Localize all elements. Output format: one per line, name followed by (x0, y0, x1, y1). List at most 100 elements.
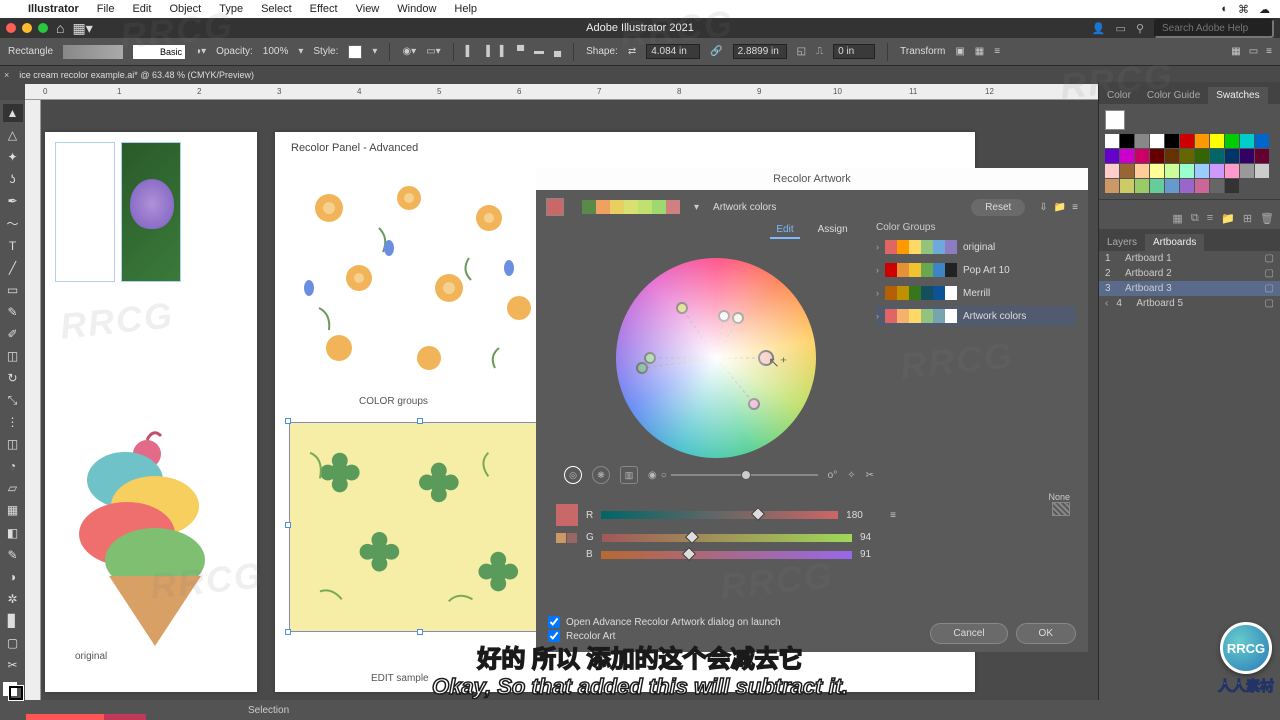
g-value[interactable]: 94 (860, 532, 896, 543)
color-group-row[interactable]: ›original (876, 237, 1076, 257)
tab-color-guide[interactable]: Color Guide (1139, 87, 1208, 104)
menu-select[interactable]: Select (261, 3, 292, 15)
trash-icon[interactable]: 🗑 (1260, 212, 1274, 225)
swatch-cell[interactable] (1240, 149, 1254, 163)
fill-swatch[interactable] (63, 45, 123, 59)
snap-icon[interactable]: ▭ (1249, 46, 1258, 57)
tab-artboards[interactable]: Artboards (1145, 234, 1204, 251)
swatch-cell[interactable] (1150, 149, 1164, 163)
edit-sample-pattern[interactable] (289, 422, 553, 632)
perspective-tool-icon[interactable]: ▱ (3, 479, 23, 497)
color-group-row[interactable]: ›Artwork colors (876, 306, 1076, 326)
swopt-icon[interactable]: ≡ (1207, 212, 1213, 225)
menu-file[interactable]: File (97, 3, 115, 15)
swatch-cell[interactable] (1180, 149, 1194, 163)
type-tool-icon[interactable]: T (3, 236, 23, 254)
active-color-swatch[interactable] (546, 198, 564, 216)
more-icon[interactable]: ≡ (994, 46, 1000, 57)
swatches-panel[interactable] (1099, 104, 1280, 200)
magic-wand-tool-icon[interactable]: ✦ (3, 148, 23, 166)
swatch-cell[interactable] (1210, 164, 1224, 178)
menu-help[interactable]: Help (454, 3, 477, 15)
swatch-cell[interactable] (1225, 179, 1239, 193)
swatch-cell[interactable] (1135, 134, 1149, 148)
swatch-cell[interactable] (1210, 179, 1224, 193)
r-slider[interactable] (601, 511, 838, 519)
align-top-icon[interactable]: ▀ (517, 46, 524, 57)
swatch-cell[interactable] (1120, 179, 1134, 193)
swatch-cell[interactable] (1135, 149, 1149, 163)
menu-type[interactable]: Type (219, 3, 243, 15)
tab-layers[interactable]: Layers (1099, 234, 1145, 251)
corner-radius-input[interactable] (833, 44, 875, 59)
swatch-cell[interactable] (1255, 134, 1269, 148)
line-tool-icon[interactable]: ╱ (3, 259, 23, 277)
swatch-cell[interactable] (1165, 134, 1179, 148)
shaper-tool-icon[interactable]: ✐ (3, 325, 23, 343)
reset-button[interactable]: Reset (971, 199, 1025, 216)
b-slider[interactable] (601, 551, 852, 559)
swatch-cell[interactable] (1225, 149, 1239, 163)
mesh-tool-icon[interactable]: ▦ (3, 501, 23, 519)
swatch-cell[interactable] (1105, 149, 1119, 163)
swatch-cell[interactable] (1195, 179, 1209, 193)
swatch-cell[interactable] (1195, 134, 1209, 148)
corner-icon[interactable]: ◱ (797, 46, 806, 57)
swatch-cell[interactable] (1210, 134, 1224, 148)
menu-view[interactable]: View (356, 3, 380, 15)
align-vcenter-icon[interactable]: ▬ (534, 46, 544, 57)
artboard-row[interactable]: 2Artboard 2▢ (1099, 266, 1280, 281)
dialog-menu-icon[interactable]: ≡ (1072, 202, 1078, 213)
corner-caret-icon[interactable]: ⎍ (816, 46, 823, 57)
menu-object[interactable]: Object (169, 3, 201, 15)
align-hcenter-icon[interactable]: ▐ (483, 46, 490, 57)
swatch-cell[interactable] (1195, 149, 1209, 163)
wheel-marker[interactable] (636, 362, 648, 374)
opacity-value[interactable]: 100% (263, 46, 289, 57)
rgb-menu-icon[interactable]: ≡ (890, 510, 896, 521)
tab-close-icon[interactable]: × (4, 70, 9, 80)
direct-select-tool-icon[interactable]: △ (3, 126, 23, 144)
none-swatch-icon[interactable] (1052, 502, 1070, 516)
swatch-cell[interactable] (1180, 179, 1194, 193)
wheel-marker[interactable] (676, 302, 688, 314)
app-name[interactable]: Illustrator (28, 3, 79, 15)
rgb-swatch[interactable] (556, 504, 578, 526)
save-group-icon[interactable]: ⇩ (1039, 202, 1047, 213)
shape-builder-icon[interactable]: ◔ (3, 457, 23, 475)
swatch-cell[interactable] (1120, 164, 1134, 178)
link-harmony-icon[interactable]: o° (828, 470, 838, 481)
swatch-cell[interactable] (1165, 164, 1179, 178)
selection-handle[interactable] (417, 418, 423, 424)
swatch-cell[interactable] (1120, 149, 1134, 163)
ok-button[interactable]: OK (1016, 623, 1076, 644)
swatch-cell[interactable] (1240, 134, 1254, 148)
selection-handle[interactable] (285, 418, 291, 424)
brightness-slider[interactable] (671, 474, 818, 476)
link-icon[interactable]: 🔗 (710, 46, 722, 57)
artboard-row[interactable]: 1Artboard 1▢ (1099, 251, 1280, 266)
menu-effect[interactable]: Effect (310, 3, 338, 15)
swatch-cell[interactable] (1135, 179, 1149, 193)
scale-tool-icon[interactable]: ⤡ (3, 391, 23, 409)
user-icon[interactable]: 👤 (1092, 22, 1106, 35)
color-group-row[interactable]: ›Merrill (876, 283, 1076, 303)
arrange-icon[interactable]: ▭ (1116, 22, 1126, 35)
gradient-tool-icon[interactable]: ◧ (3, 523, 23, 541)
symbol-tool-icon[interactable]: ✲ (3, 590, 23, 608)
search-icon[interactable]: ⚲ (1136, 22, 1144, 35)
newgrp-icon[interactable]: 📁 (1221, 212, 1235, 225)
swatch-cell[interactable] (1135, 164, 1149, 178)
swatch-cell[interactable] (1165, 179, 1179, 193)
swatch-cell[interactable] (1225, 164, 1239, 178)
swatch-cell[interactable] (1180, 164, 1194, 178)
current-swatch-icon[interactable] (1105, 110, 1125, 130)
style-swatch[interactable] (348, 45, 362, 59)
align-right-icon[interactable]: ▌ (500, 46, 507, 57)
segmented-wheel-icon[interactable]: ❋ (592, 466, 610, 484)
eraser-tool-icon[interactable]: ◫ (3, 347, 23, 365)
isolate-icon[interactable]: ▣ (955, 46, 964, 57)
fill-stroke-indicator[interactable] (3, 682, 23, 700)
minimize-icon[interactable] (22, 23, 32, 33)
artwork-palette[interactable] (582, 200, 680, 214)
